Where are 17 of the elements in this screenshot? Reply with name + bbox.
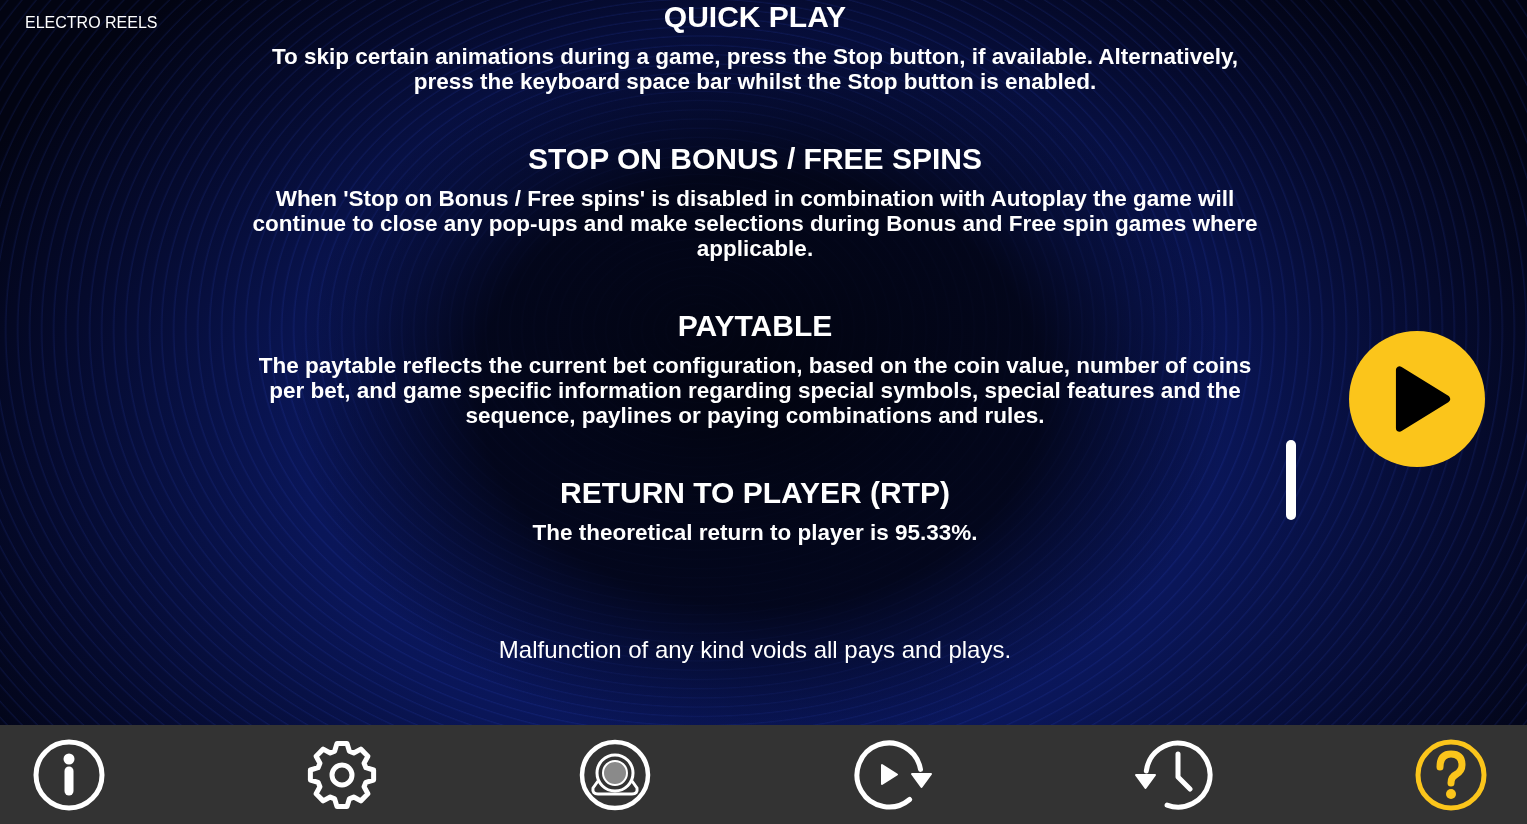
scrollbar-thumb[interactable]: [1286, 440, 1296, 520]
settings-icon[interactable]: [306, 738, 379, 811]
chip-icon[interactable]: [579, 738, 652, 811]
section-heading: STOP ON BONUS / FREE SPINS: [528, 142, 982, 176]
section-heading: PAYTABLE: [677, 309, 833, 343]
play-button[interactable]: [1349, 331, 1485, 467]
section-heading: RETURN TO PLAYER (RTP): [560, 476, 950, 510]
section-text: To skip certain animations during a game, press the Stop button, if available. Alternatively, press the keyboard space bar whilst the Stop button is enabled.: [270, 44, 1239, 94]
game-title: ELECTRO REELS: [25, 14, 158, 31]
section-text: The theoretical return to player is 95.33%.: [532, 520, 978, 545]
info-icon[interactable]: [33, 738, 105, 811]
section-text: The paytable reflects the current bet configuration, based on the coin value, number of coins per bet, and game specific information regarding special symbols, special features and the sequence, paylines or paying combinations and rules.: [257, 353, 1253, 428]
play-icon: [1395, 365, 1451, 433]
section-text: When 'Stop on Bonus / Free spins' is disabled in combination with Autoplay the game will continue to close any pop-ups and make selections during Bonus and Free spin games where applicable.: [251, 186, 1259, 261]
disclaimer-text: Malfunction of any kind voids all pays and plays.: [498, 637, 1012, 662]
section-heading: QUICK PLAY: [663, 0, 847, 34]
help-icon[interactable]: [1414, 738, 1487, 811]
